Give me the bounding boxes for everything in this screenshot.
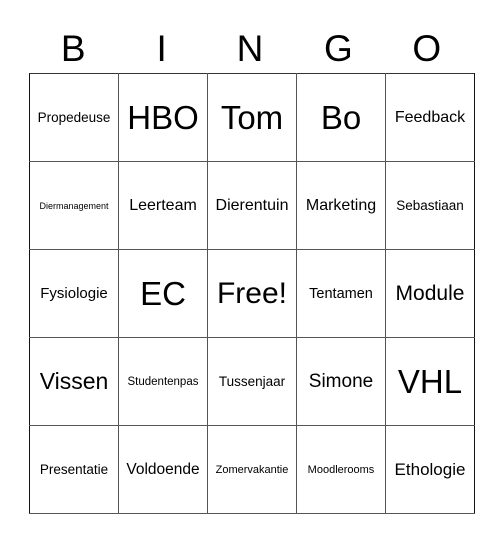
bingo-cell[interactable]: HBO <box>118 73 208 162</box>
bingo-cell[interactable]: Zomervakantie <box>207 425 297 514</box>
bingo-cell[interactable]: VHL <box>385 337 475 426</box>
header-letter-b: B <box>60 28 86 69</box>
bingo-cell[interactable]: Tom <box>207 73 297 162</box>
grid-row: Vissen Studentenpas Tussenjaar Simone VH… <box>29 337 475 426</box>
header-letter-i: I <box>156 28 167 69</box>
header-letter-n: N <box>236 28 264 69</box>
header-letter-o: O <box>412 28 442 69</box>
bingo-cell[interactable]: Fysiologie <box>29 249 119 338</box>
bingo-cell[interactable]: Dierentuin <box>207 161 297 250</box>
bingo-cell[interactable]: Tussenjaar <box>207 337 297 426</box>
bingo-cell[interactable]: Leerteam <box>118 161 208 250</box>
bingo-cell[interactable]: Marketing <box>296 161 386 250</box>
bingo-cell[interactable]: Studentenpas <box>118 337 208 426</box>
bingo-cell[interactable]: Feedback <box>385 73 475 162</box>
bingo-cell[interactable]: Voldoende <box>118 425 208 514</box>
bingo-cell[interactable]: Vissen <box>29 337 119 426</box>
grid-row: Presentatie Voldoende Zomervakantie Mood… <box>29 425 475 514</box>
header-letter-g: G <box>323 28 353 69</box>
bingo-cell[interactable]: Sebastiaan <box>385 161 475 250</box>
bingo-cell[interactable]: Module <box>385 249 475 338</box>
bingo-cell[interactable]: Presentatie <box>29 425 119 514</box>
bingo-grid: Propedeuse HBO Tom Bo Feedback Diermanag… <box>29 73 475 514</box>
grid-row: Fysiologie EC Free! Tentamen Module <box>29 249 475 338</box>
bingo-cell[interactable]: Bo <box>296 73 386 162</box>
bingo-cell[interactable]: EC <box>118 249 208 338</box>
bingo-cell[interactable]: Simone <box>296 337 386 426</box>
bingo-cell[interactable]: Diermanagement <box>29 161 119 250</box>
free-space-cell[interactable]: Free! <box>207 249 297 338</box>
bingo-cell[interactable]: Moodlerooms <box>296 425 386 514</box>
bingo-header: B I N G O <box>29 26 471 72</box>
bingo-cell[interactable]: Tentamen <box>296 249 386 338</box>
grid-row: Propedeuse HBO Tom Bo Feedback <box>29 73 475 162</box>
grid-row: Diermanagement Leerteam Dierentuin Marke… <box>29 161 475 250</box>
bingo-cell[interactable]: Ethologie <box>385 425 475 514</box>
bingo-cell[interactable]: Propedeuse <box>29 73 119 162</box>
